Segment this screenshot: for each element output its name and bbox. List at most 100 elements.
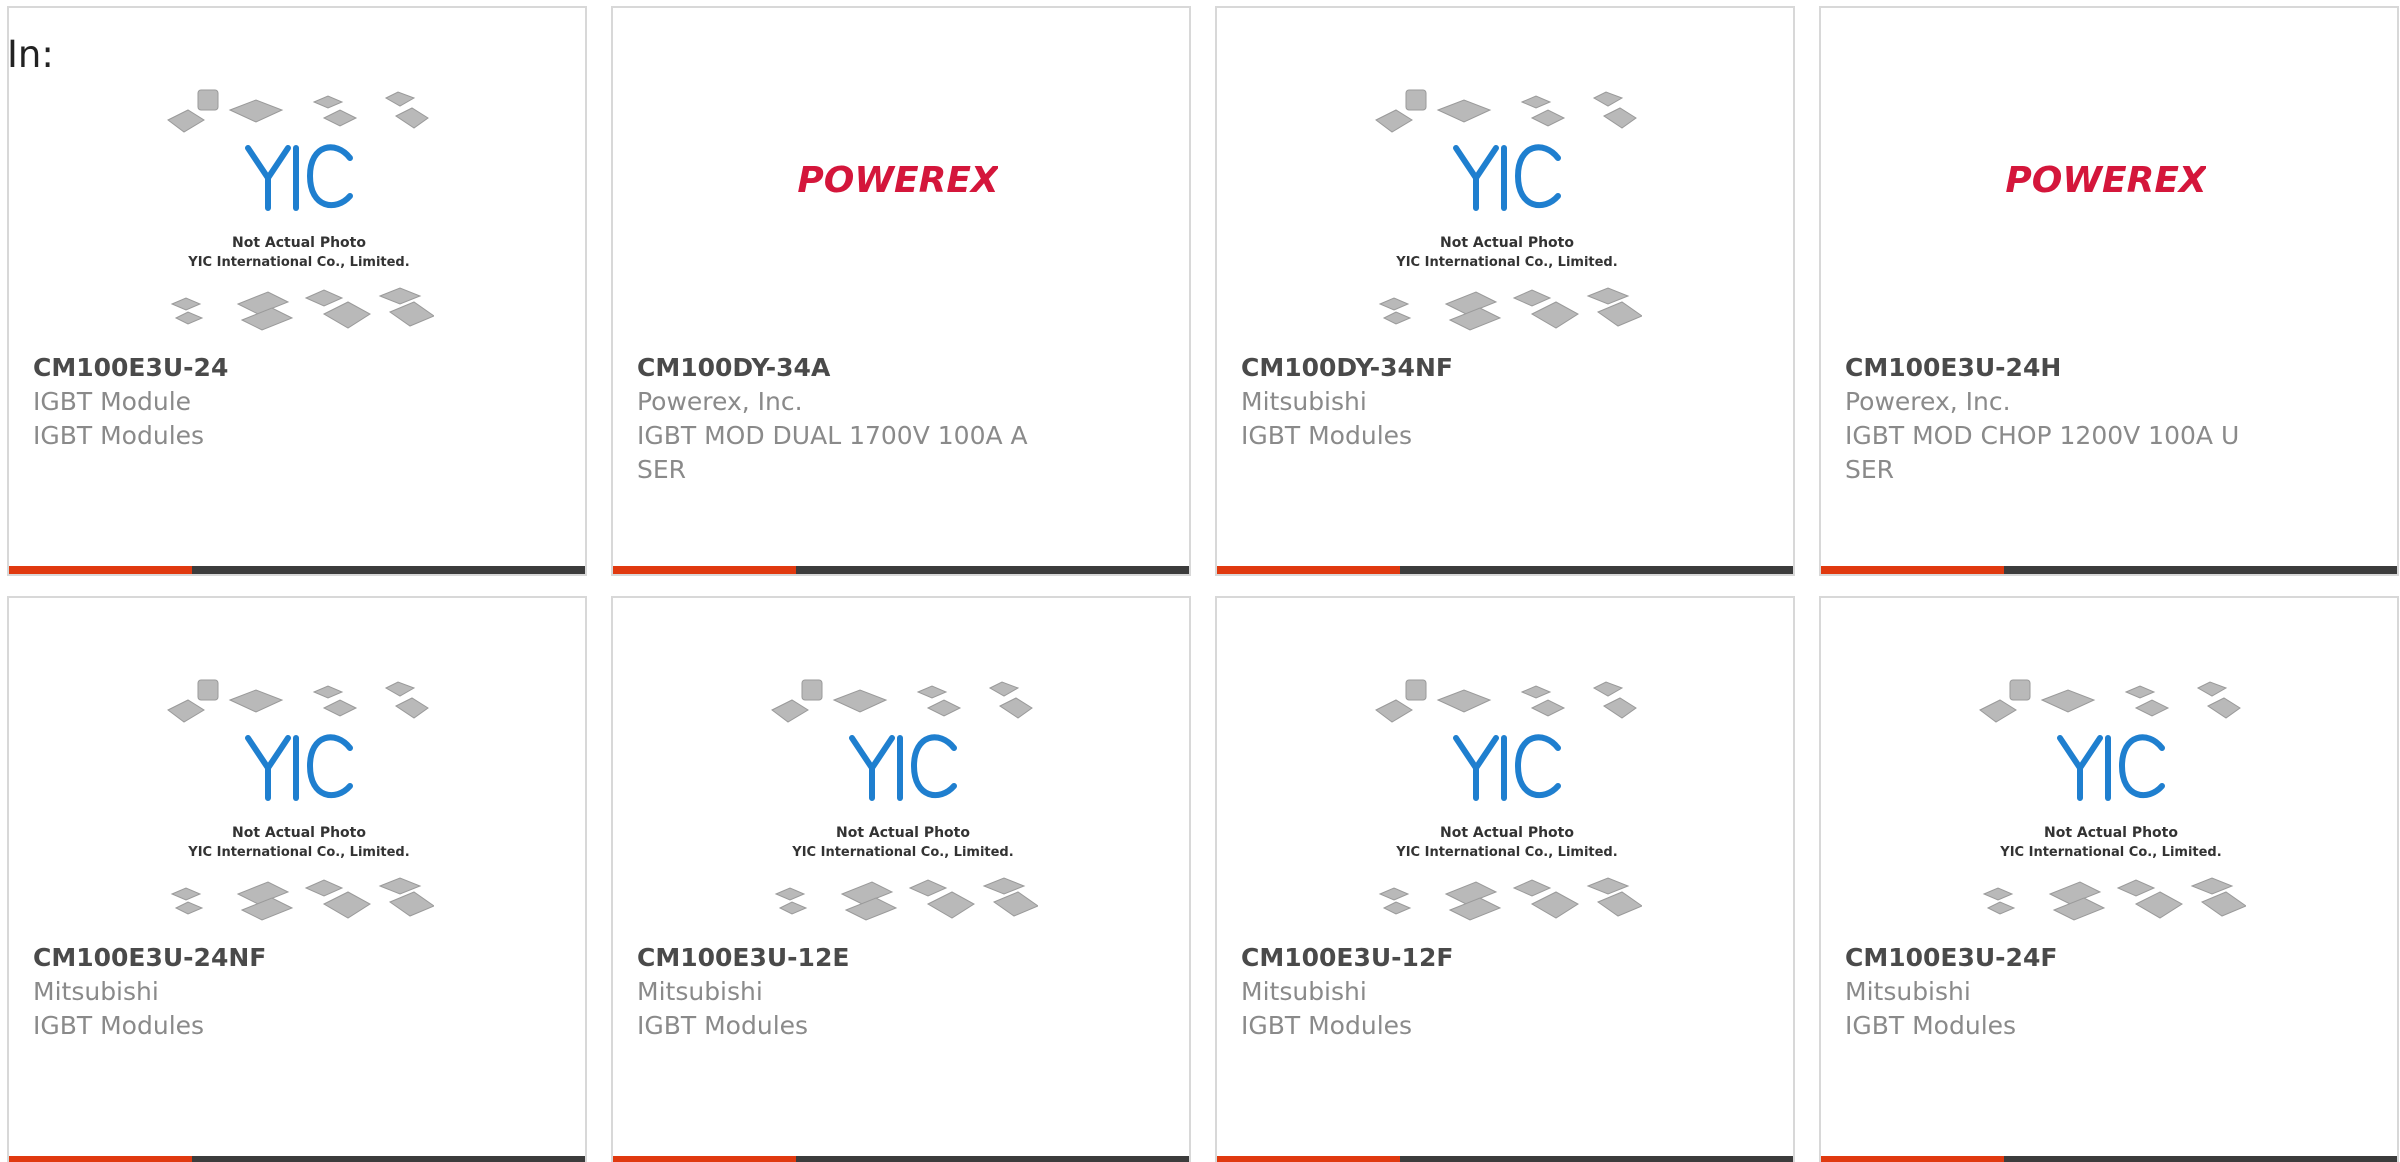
- card-dark-bar: [192, 1156, 585, 1162]
- product-image[interactable]: Not Actual Photo YIC International Co., …: [1217, 678, 1793, 933]
- product-image[interactable]: POWEREX: [613, 88, 1189, 343]
- svg-text:POWEREX: POWEREX: [2006, 160, 2206, 201]
- placeholder-caption-line1: Not Actual Photo: [1440, 235, 1574, 251]
- card-bottom-bar: [613, 566, 1189, 574]
- product-image[interactable]: Not Actual Photo YIC International Co., …: [1217, 88, 1793, 343]
- not-actual-photo-placeholder: Not Actual Photo YIC International Co., …: [771, 679, 1038, 921]
- filter-label: In:: [7, 33, 54, 76]
- card-bottom-bar: [1217, 566, 1793, 574]
- product-image[interactable]: Not Actual Photo YIC International Co., …: [9, 678, 585, 933]
- card-dark-bar: [796, 1156, 1189, 1162]
- description: IGBT Modules: [33, 421, 205, 450]
- product-card[interactable]: Not Actual Photo YIC International Co., …: [1819, 596, 2399, 1162]
- placeholder-caption-line2: YIC International Co., Limited.: [791, 845, 1013, 860]
- part-number[interactable]: CM100E3U-24H: [1845, 351, 2265, 385]
- product-info: CM100E3U-24F Mitsubishi IGBT Modules: [1845, 941, 2265, 1043]
- placeholder-caption-line2: YIC International Co., Limited.: [1999, 845, 2221, 860]
- powerex-logo: POWEREX: [2006, 160, 2206, 201]
- not-actual-photo-placeholder: Not Actual Photo YIC International Co., …: [1375, 679, 1642, 921]
- description: IGBT MOD CHOP 1200V 100A U SER: [1845, 421, 2240, 484]
- chip-package-icon: [771, 679, 1033, 723]
- card-accent-bar: [613, 1156, 796, 1162]
- product-image[interactable]: Not Actual Photo YIC International Co., …: [613, 678, 1189, 933]
- card-bottom-bar: [1217, 1156, 1793, 1162]
- powerex-logo: POWEREX: [798, 160, 998, 201]
- card-dark-bar: [796, 566, 1189, 574]
- chip-package-icon: [167, 679, 429, 723]
- product-card[interactable]: POWEREX CM100E3U-24H Powerex, Inc. IGBT …: [1819, 6, 2399, 576]
- card-accent-bar: [9, 566, 192, 574]
- description: IGBT Modules: [637, 1011, 809, 1040]
- placeholder-caption-line2: YIC International Co., Limited.: [1395, 845, 1617, 860]
- chip-package-icon: [1982, 877, 2246, 921]
- placeholder-caption-line2: YIC International Co., Limited.: [187, 255, 409, 270]
- card-accent-bar: [9, 1156, 192, 1162]
- product-info: CM100E3U-24NF Mitsubishi IGBT Modules: [33, 941, 453, 1043]
- product-image[interactable]: Not Actual Photo YIC International Co., …: [1821, 678, 2397, 933]
- placeholder-caption-line1: Not Actual Photo: [1440, 825, 1574, 841]
- card-bottom-bar: [613, 1156, 1189, 1162]
- product-info: CM100DY-34NF Mitsubishi IGBT Modules: [1241, 351, 1661, 453]
- manufacturer: Mitsubishi: [1241, 387, 1367, 416]
- product-info: CM100DY-34A Powerex, Inc. IGBT MOD DUAL …: [637, 351, 1057, 487]
- part-number[interactable]: CM100E3U-24NF: [33, 941, 453, 975]
- manufacturer: IGBT Module: [33, 387, 192, 416]
- card-dark-bar: [2004, 566, 2397, 574]
- card-bottom-bar: [1821, 566, 2397, 574]
- card-dark-bar: [192, 566, 585, 574]
- yic-logo: [1453, 144, 1561, 211]
- card-bottom-bar: [9, 1156, 585, 1162]
- product-image[interactable]: Not Actual Photo YIC International Co., …: [9, 88, 585, 343]
- card-bottom-bar: [9, 566, 585, 574]
- chip-package-icon: [1378, 287, 1642, 331]
- placeholder-caption-line1: Not Actual Photo: [232, 235, 366, 251]
- card-accent-bar: [1821, 566, 2004, 574]
- description: IGBT Modules: [1845, 1011, 2017, 1040]
- placeholder-caption-line1: Not Actual Photo: [232, 825, 366, 841]
- part-number[interactable]: CM100DY-34NF: [1241, 351, 1661, 385]
- not-actual-photo-placeholder: Not Actual Photo YIC International Co., …: [1375, 89, 1642, 331]
- card-dark-bar: [1400, 566, 1793, 574]
- chip-package-icon: [1375, 89, 1637, 133]
- description: IGBT Modules: [33, 1011, 205, 1040]
- product-listing-page: In: Not Actual Photo YIC International C…: [0, 0, 2400, 1162]
- placeholder-caption-line2: YIC International Co., Limited.: [187, 845, 409, 860]
- product-card[interactable]: Not Actual Photo YIC International Co., …: [7, 6, 587, 576]
- manufacturer: Mitsubishi: [33, 977, 159, 1006]
- manufacturer: Mitsubishi: [637, 977, 763, 1006]
- card-bottom-bar: [1821, 1156, 2397, 1162]
- card-dark-bar: [2004, 1156, 2397, 1162]
- card-accent-bar: [1821, 1156, 2004, 1162]
- product-info: CM100E3U-12E Mitsubishi IGBT Modules: [637, 941, 1057, 1043]
- product-card[interactable]: Not Actual Photo YIC International Co., …: [7, 596, 587, 1162]
- part-number[interactable]: CM100E3U-12E: [637, 941, 1057, 975]
- description: IGBT Modules: [1241, 421, 1413, 450]
- card-dark-bar: [1400, 1156, 1793, 1162]
- chip-package-icon: [774, 877, 1038, 921]
- not-actual-photo-placeholder: Not Actual Photo YIC International Co., …: [167, 89, 434, 331]
- card-accent-bar: [1217, 566, 1400, 574]
- yic-logo: [1453, 734, 1561, 801]
- product-info: CM100E3U-24H Powerex, Inc. IGBT MOD CHOP…: [1845, 351, 2265, 487]
- yic-logo: [849, 734, 957, 801]
- product-grid: Not Actual Photo YIC International Co., …: [7, 6, 2399, 1162]
- yic-logo: [245, 144, 353, 211]
- chip-package-icon: [170, 877, 434, 921]
- svg-text:POWEREX: POWEREX: [798, 160, 998, 201]
- description: IGBT Modules: [1241, 1011, 1413, 1040]
- chip-package-icon: [1979, 679, 2241, 723]
- manufacturer: Powerex, Inc.: [637, 387, 803, 416]
- manufacturer: Mitsubishi: [1845, 977, 1971, 1006]
- part-number[interactable]: CM100E3U-24: [33, 351, 453, 385]
- manufacturer: Mitsubishi: [1241, 977, 1367, 1006]
- part-number[interactable]: CM100DY-34A: [637, 351, 1057, 385]
- chip-package-icon: [1378, 877, 1642, 921]
- placeholder-caption-line1: Not Actual Photo: [2044, 825, 2178, 841]
- product-image[interactable]: POWEREX: [1821, 88, 2397, 343]
- part-number[interactable]: CM100E3U-24F: [1845, 941, 2265, 975]
- product-card[interactable]: POWEREX CM100DY-34A Powerex, Inc. IGBT M…: [611, 6, 1191, 576]
- product-card[interactable]: Not Actual Photo YIC International Co., …: [611, 596, 1191, 1162]
- product-card[interactable]: Not Actual Photo YIC International Co., …: [1215, 596, 1795, 1162]
- part-number[interactable]: CM100E3U-12F: [1241, 941, 1661, 975]
- product-card[interactable]: Not Actual Photo YIC International Co., …: [1215, 6, 1795, 576]
